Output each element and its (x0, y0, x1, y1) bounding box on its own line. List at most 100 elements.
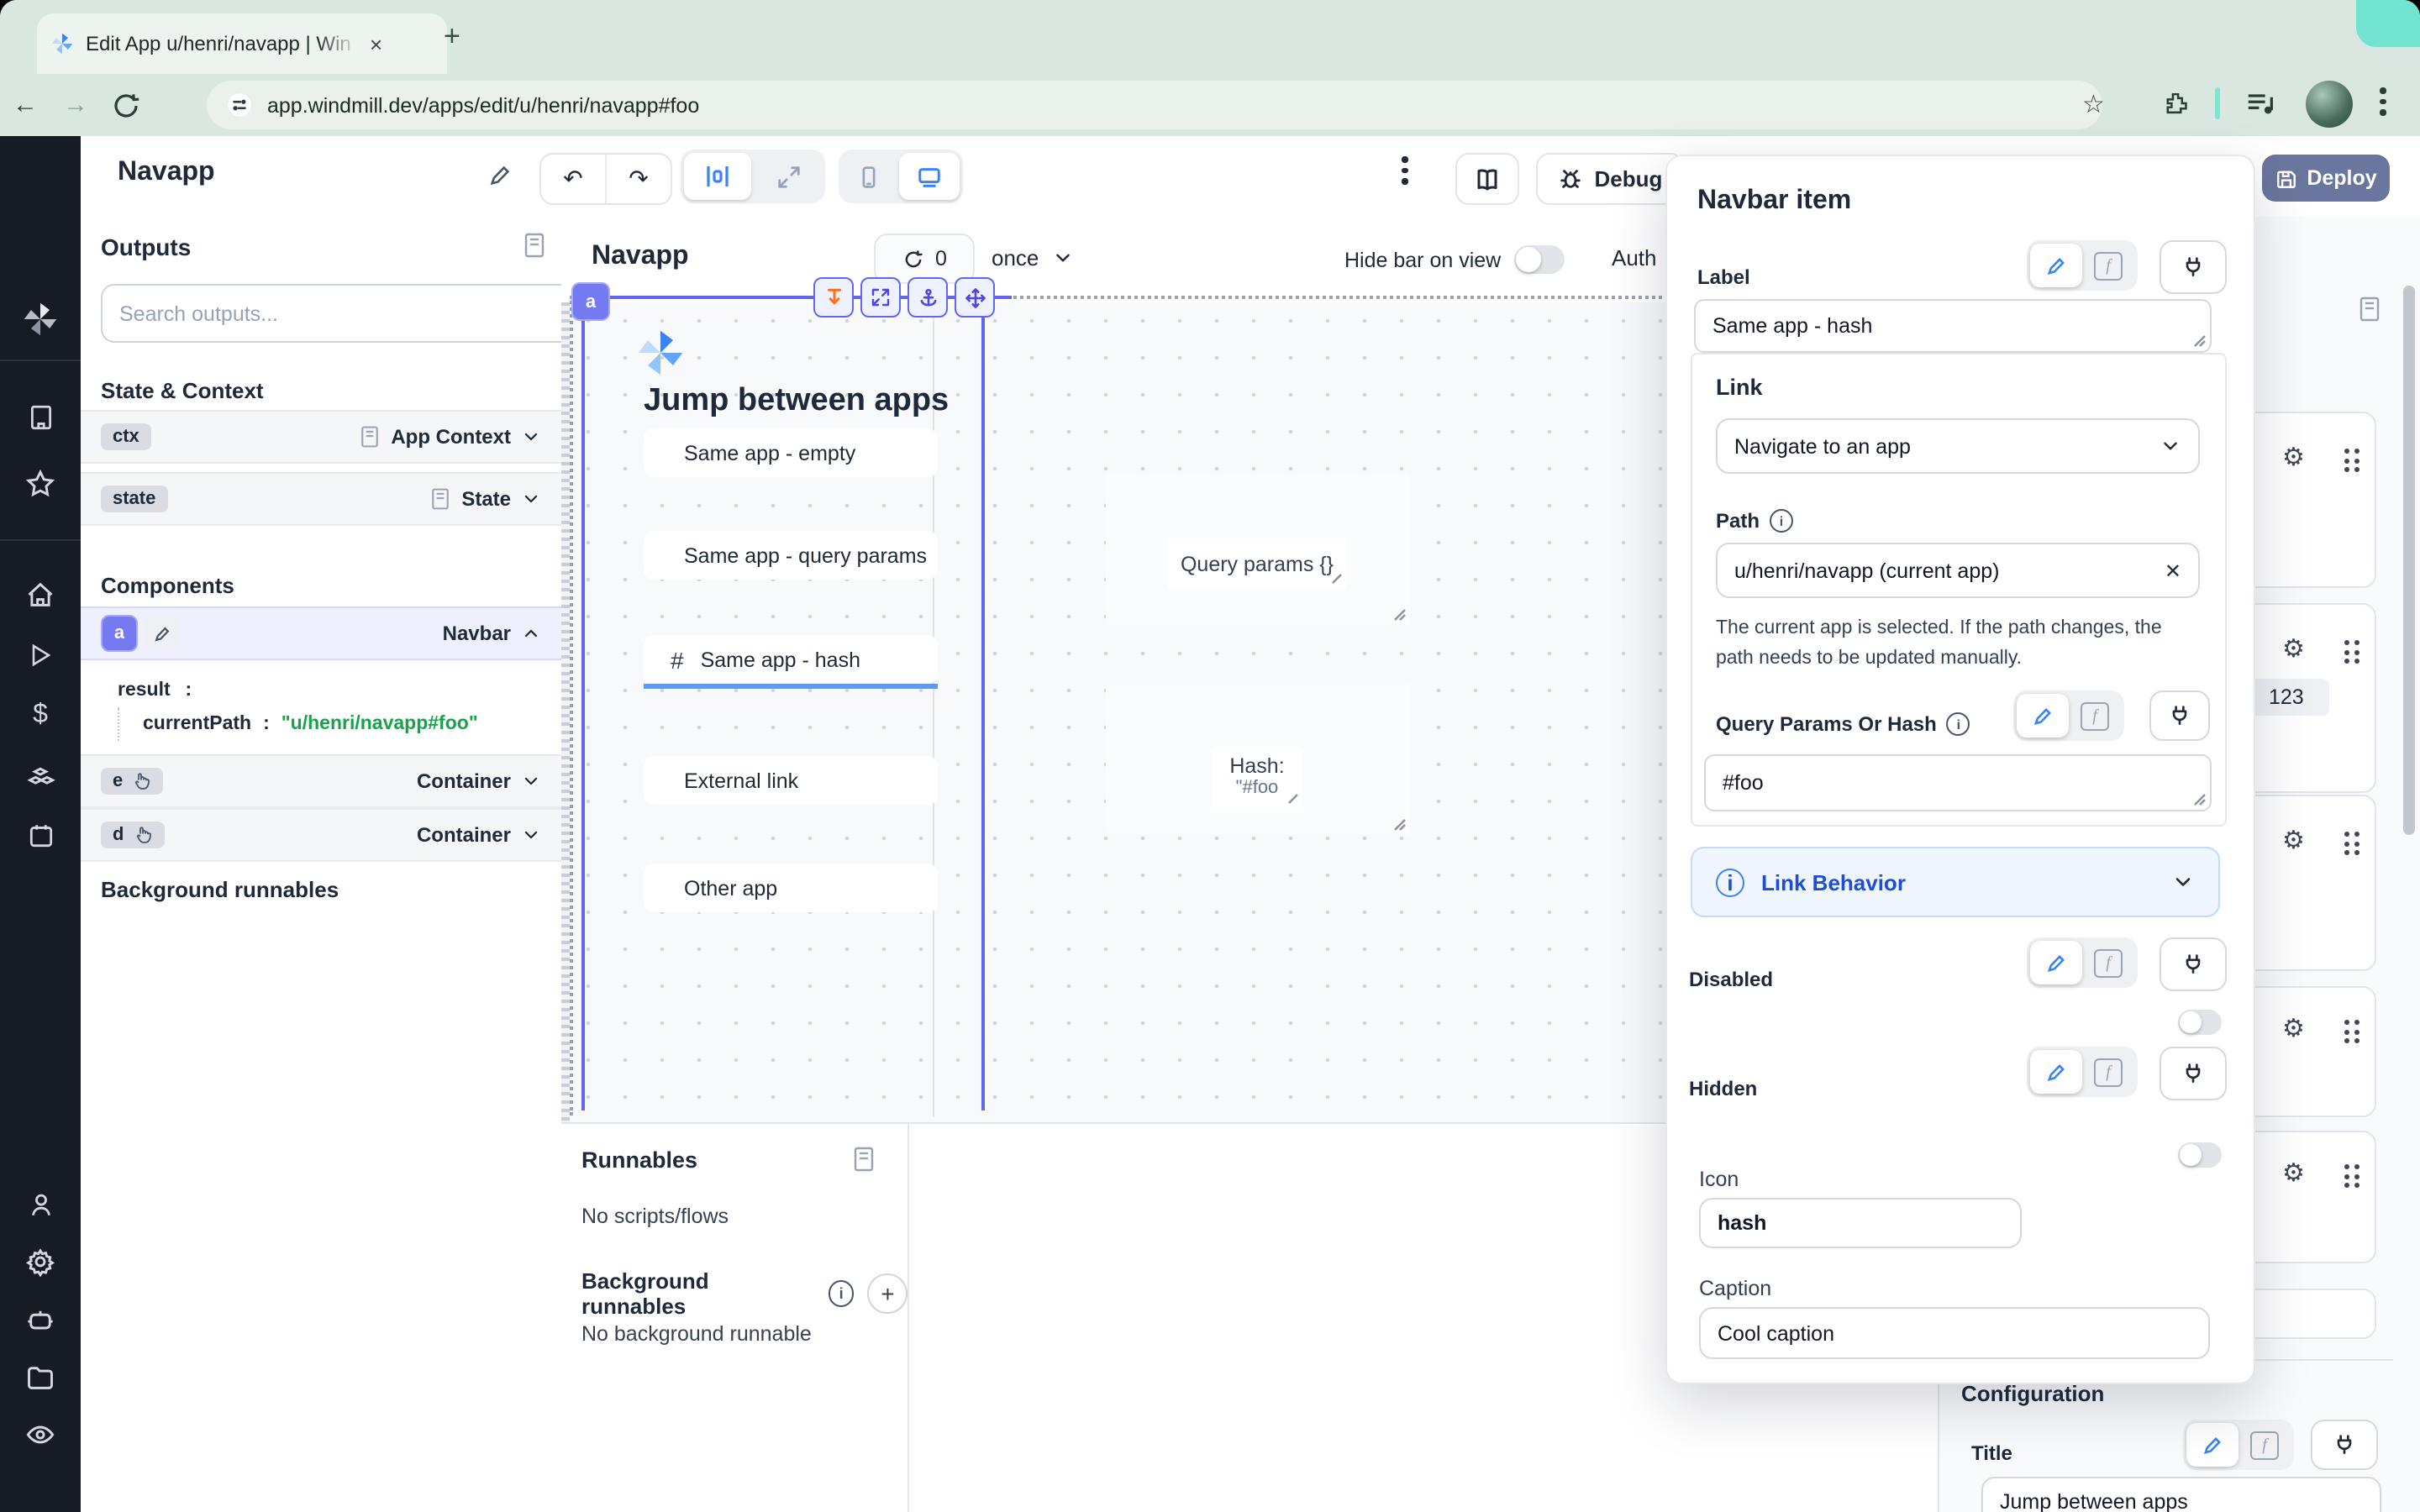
fx-button[interactable]: f (2238, 1423, 2291, 1467)
sidebar-item-users[interactable] (22, 1186, 59, 1223)
connect-plug-button[interactable] (2160, 1047, 2227, 1100)
static-value-button[interactable] (2186, 1423, 2238, 1467)
static-value-button[interactable] (2030, 941, 2082, 984)
chevron-down-icon[interactable] (521, 489, 541, 509)
sidebar-item-workspace[interactable] (22, 398, 59, 435)
sidebar-item-settings[interactable] (22, 1243, 59, 1280)
nav-item-active[interactable]: # Same app - hash (644, 635, 938, 684)
chevron-up-icon[interactable] (521, 623, 541, 643)
label-input[interactable]: Same app - hash (1694, 299, 2212, 353)
nav-item[interactable]: External link (644, 756, 938, 805)
chevron-down-icon[interactable] (521, 771, 541, 791)
disabled-toggle[interactable] (2178, 1010, 2222, 1035)
gear-icon[interactable]: ⚙ (2282, 1016, 2305, 1042)
connect-plug-button[interactable] (2149, 690, 2210, 741)
move-button[interactable] (955, 277, 995, 318)
output-row-state[interactable]: state State (81, 472, 561, 526)
component-id-badge[interactable]: a (571, 282, 610, 321)
container-d-preview[interactable]: Hash: "#foo (1106, 684, 1410, 835)
doc-icon[interactable] (850, 1144, 877, 1174)
browser-tab[interactable]: Edit App u/henri/navapp | Win × (37, 13, 447, 74)
static-value-button[interactable] (2030, 244, 2082, 287)
gear-icon[interactable]: ⚙ (2282, 445, 2305, 470)
info-icon[interactable]: i (1770, 509, 1793, 533)
info-icon[interactable]: i (828, 1280, 854, 1307)
fx-button[interactable]: f (2069, 694, 2121, 738)
container-e-preview[interactable]: Query params {} (1106, 474, 1410, 625)
address-bar[interactable]: app.windmill.dev/apps/edit/u/henri/navap… (207, 81, 2102, 129)
centered-layout-button[interactable] (684, 153, 751, 200)
desktop-preview-button[interactable] (899, 153, 960, 200)
sidebar-item-home[interactable] (22, 576, 59, 613)
deploy-button[interactable]: Deploy (2262, 155, 2390, 202)
info-icon[interactable]: i (1947, 712, 1970, 736)
site-settings-icon[interactable] (227, 92, 252, 118)
refresh-counter[interactable]: 0 (874, 234, 975, 284)
undo-button[interactable]: ↶ (541, 155, 605, 203)
output-row-ctx[interactable]: ctx App Context (81, 410, 561, 464)
connect-plug-button[interactable] (2160, 240, 2227, 294)
fullwidth-layout-button[interactable] (755, 153, 822, 200)
sidebar-item-runs[interactable] (22, 637, 59, 674)
search-outputs-input[interactable]: Search outputs... (101, 284, 575, 343)
output-row-navbar[interactable]: a Navbar (81, 606, 561, 660)
gear-icon[interactable]: ⚙ (2282, 828, 2305, 853)
docs-button[interactable] (1455, 153, 1519, 205)
gear-icon[interactable]: ⚙ (2282, 1161, 2305, 1186)
anchor-button[interactable] (908, 277, 948, 318)
more-menu-icon[interactable] (1402, 156, 1407, 184)
sidebar-item-folders[interactable] (22, 1359, 59, 1396)
sidebar-item-workers[interactable] (22, 1302, 59, 1339)
resize-grip-icon[interactable] (1329, 571, 1343, 585)
nav-item[interactable]: Same app - query params (644, 531, 938, 580)
rename-icon[interactable] (145, 617, 178, 650)
resize-grip-icon[interactable] (1392, 606, 1407, 622)
scrollbar-thumb[interactable] (2403, 286, 2415, 835)
output-row-container-d[interactable]: d Container (81, 808, 561, 862)
title-input[interactable]: Jump between apps (1981, 1477, 2381, 1512)
sidebar-item-usage[interactable]: $ (22, 697, 59, 734)
chevron-down-icon[interactable] (521, 427, 541, 447)
connect-plug-button[interactable] (2311, 1420, 2378, 1470)
path-input[interactable]: u/henri/navapp (current app) ✕ (1716, 543, 2200, 598)
drag-handle-icon[interactable] (2344, 832, 2359, 855)
avatar[interactable] (2306, 81, 2353, 128)
connect-plug-button[interactable] (2160, 937, 2227, 991)
expand-down-button[interactable] (813, 277, 854, 318)
drag-handle-icon[interactable] (2344, 1020, 2359, 1043)
resize-grip-icon[interactable] (2191, 791, 2207, 806)
drag-handle-icon[interactable] (2344, 640, 2359, 664)
selection-border-right[interactable] (981, 296, 985, 1110)
tab-close-icon[interactable]: × (370, 31, 382, 56)
link-behavior-accordion[interactable]: i Link Behavior (1691, 847, 2220, 917)
hide-bar-toggle[interactable] (1514, 245, 1565, 274)
run-mode-dropdown[interactable]: once (992, 245, 1074, 270)
browser-menu-icon[interactable] (2380, 87, 2386, 115)
new-tab-button[interactable]: + (444, 20, 460, 54)
redo-button[interactable]: ↷ (605, 155, 671, 203)
output-row-container-e[interactable]: e Container (81, 754, 561, 808)
static-value-button[interactable] (2030, 1050, 2082, 1094)
fx-button[interactable]: f (2082, 1050, 2134, 1094)
query-input[interactable]: #foo (1704, 754, 2212, 811)
resize-grip-icon[interactable] (1286, 791, 1299, 805)
extensions-icon[interactable] (2161, 89, 2190, 118)
edit-title-icon[interactable] (487, 163, 513, 188)
static-value-button[interactable] (2017, 694, 2069, 738)
forward-icon[interactable]: → (50, 91, 101, 119)
chevron-down-icon[interactable] (521, 825, 541, 845)
expand-component-button[interactable] (860, 277, 901, 318)
caption-input[interactable]: Cool caption (1699, 1307, 2210, 1359)
media-queue-icon[interactable] (2247, 91, 2277, 116)
sidebar-item-audit[interactable] (22, 1416, 59, 1453)
bookmark-star-icon[interactable]: ☆ (2082, 89, 2105, 119)
sidebar-item-favorites[interactable] (22, 465, 59, 502)
resize-grip-icon[interactable] (1392, 816, 1407, 832)
mobile-preview-button[interactable] (842, 153, 896, 200)
gear-icon[interactable]: ⚙ (2282, 637, 2305, 662)
back-icon[interactable]: ← (0, 91, 50, 119)
doc-icon[interactable] (2356, 294, 2383, 324)
drag-handle-icon[interactable] (2344, 1164, 2359, 1188)
add-background-runnable-button[interactable]: + (868, 1273, 908, 1314)
canvas-resize-rail[interactable] (561, 302, 570, 1122)
